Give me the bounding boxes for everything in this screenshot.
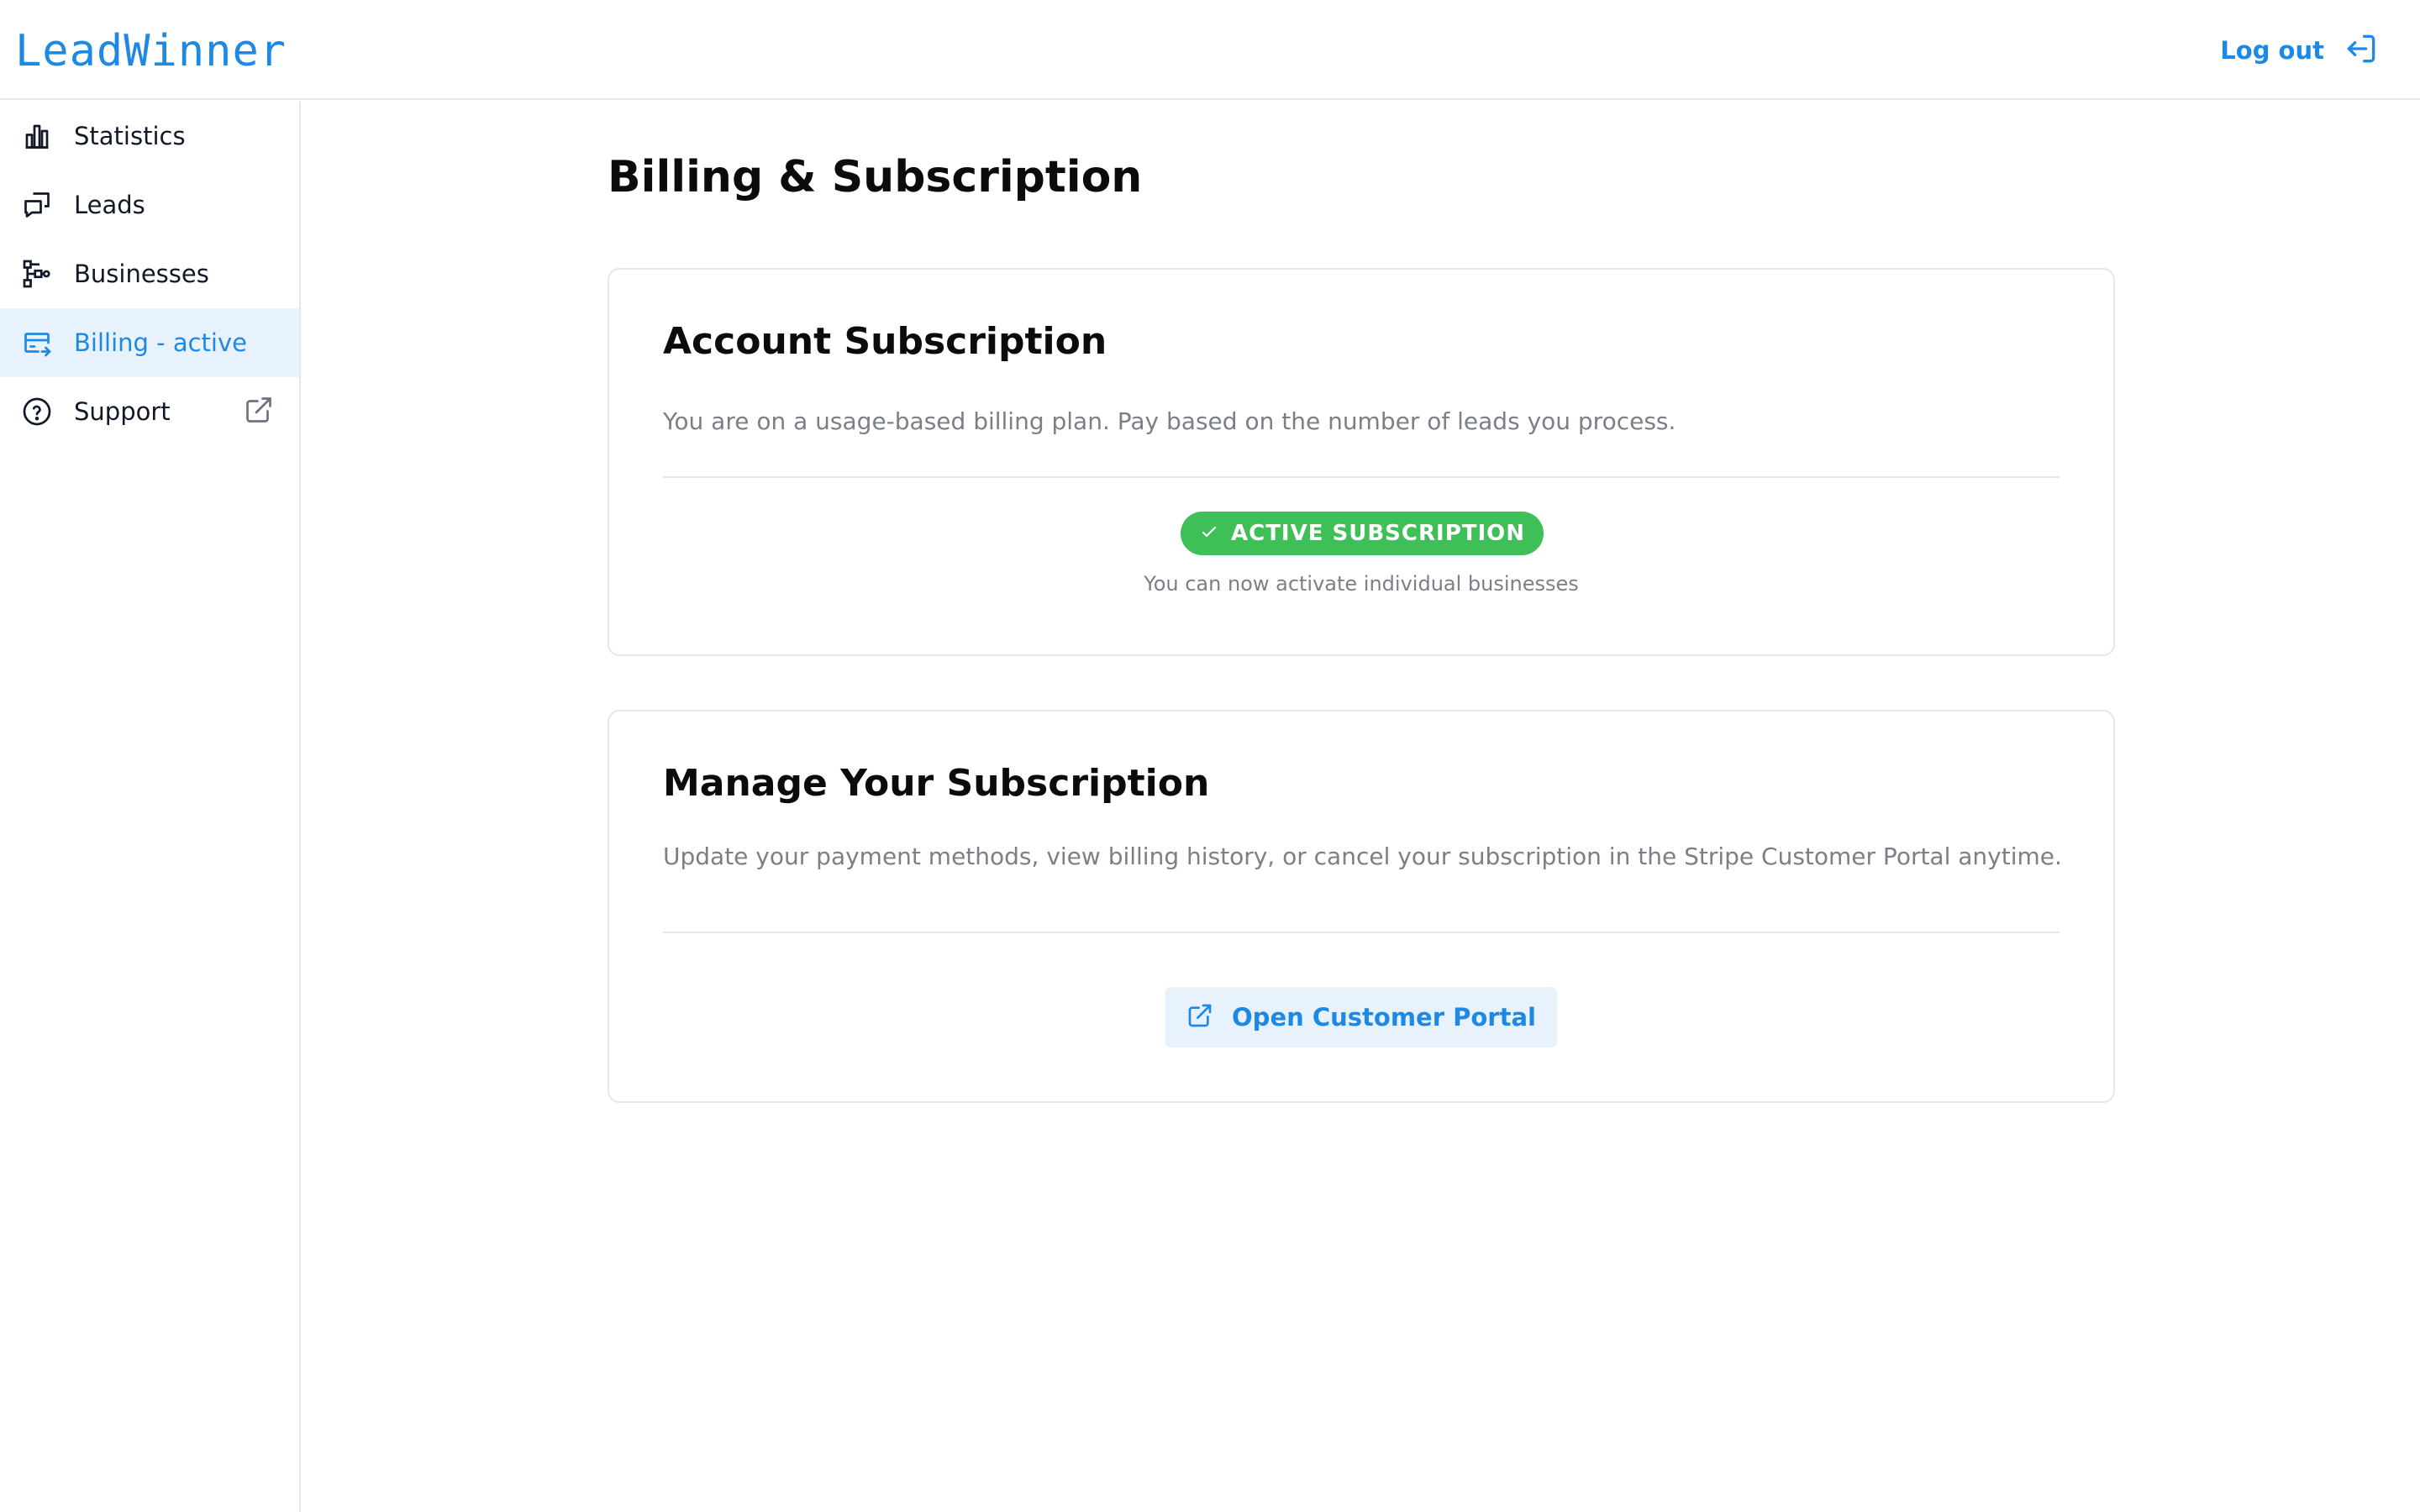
status-note: You can now activate individual business… <box>1144 572 1579 596</box>
logout-button[interactable]: Log out <box>2220 29 2380 72</box>
divider <box>663 476 2060 478</box>
logout-label: Log out <box>2220 36 2324 65</box>
brand-name: LeadWinner <box>15 26 287 76</box>
sidebar-item-statistics[interactable]: Statistics <box>0 102 299 171</box>
status-badge: ACTIVE SUBSCRIPTION <box>1181 512 1544 555</box>
sidebar-item-label: Leads <box>74 191 145 219</box>
sidebar-item-leads[interactable]: Leads <box>0 171 299 239</box>
logout-icon <box>2343 30 2380 71</box>
manage-subscription-card: Manage Your Subscription Update your pay… <box>608 710 2115 1103</box>
open-customer-portal-button[interactable]: Open Customer Portal <box>1165 987 1557 1047</box>
account-subscription-card: Account Subscription You are on a usage-… <box>608 268 2115 656</box>
network-icon <box>20 257 54 291</box>
external-link-icon <box>1186 1002 1213 1032</box>
main-content: Billing & Subscription Account Subscript… <box>302 102 2420 1512</box>
sidebar-item-billing[interactable]: Billing - active <box>0 308 299 377</box>
page-title: Billing & Subscription <box>608 152 1143 202</box>
sidebar-item-label: Billing - active <box>74 328 247 357</box>
logo[interactable]: LeadWinner <box>15 22 287 81</box>
card-title: Manage Your Subscription <box>663 762 1210 805</box>
divider <box>663 932 2060 933</box>
check-icon <box>1199 522 1219 545</box>
sidebar-item-businesses[interactable]: Businesses <box>0 239 299 308</box>
sidebar-item-support[interactable]: Support <box>0 377 299 446</box>
external-link-icon <box>244 395 277 428</box>
help-circle-icon <box>20 395 54 428</box>
top-header: LeadWinner Log out <box>0 0 2420 100</box>
chat-bubbles-icon <box>20 188 54 222</box>
badge-label: ACTIVE SUBSCRIPTION <box>1230 521 1526 546</box>
sidebar-item-label: Statistics <box>74 122 186 150</box>
card-description: You are on a usage-based billing plan. P… <box>663 407 1676 435</box>
sidebar-item-label: Support <box>74 397 171 426</box>
card-description: Update your payment methods, view billin… <box>663 843 2062 870</box>
credit-card-icon <box>20 326 54 360</box>
card-title: Account Subscription <box>663 320 1107 363</box>
bar-chart-icon <box>20 119 54 153</box>
sidebar-item-label: Businesses <box>74 260 209 288</box>
button-label: Open Customer Portal <box>1232 1003 1536 1032</box>
sidebar: Statistics Leads Businesses Billing - ac… <box>0 102 301 1512</box>
